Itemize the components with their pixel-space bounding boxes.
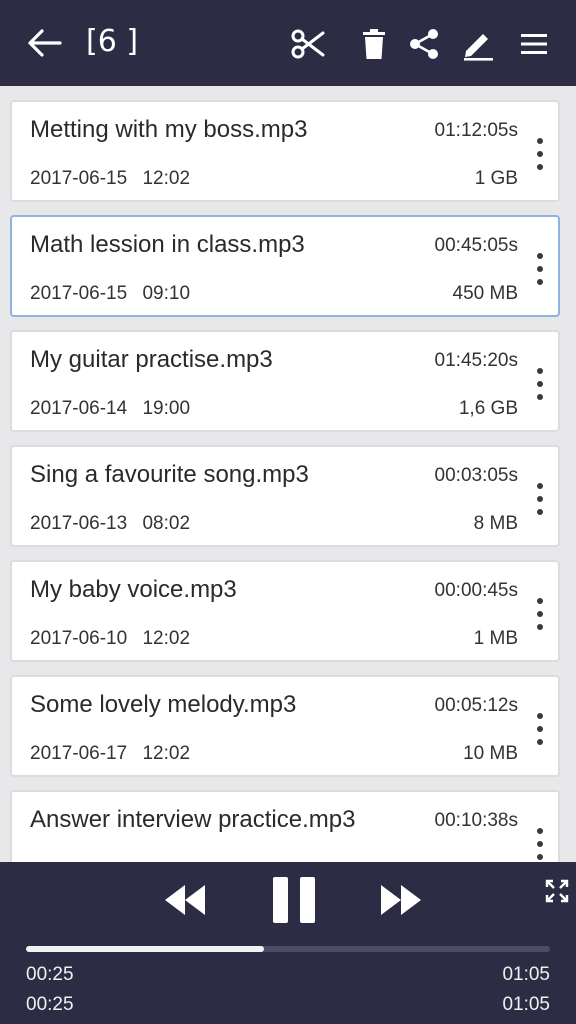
delete-button[interactable]: [354, 24, 394, 64]
rewind-icon: [165, 885, 205, 915]
player-bar: 00:25 01:05 00:25 01:05: [0, 862, 576, 1024]
recording-item[interactable]: My guitar practise.mp3 01:45:20s 2017-06…: [10, 330, 560, 432]
recording-duration: 00:45:05s: [434, 235, 518, 256]
recording-size: 1 GB: [474, 168, 518, 189]
pause-button[interactable]: [266, 872, 322, 928]
recording-date: 2017-06-17 12:02: [30, 743, 191, 764]
selection-count: [6 ]: [86, 24, 139, 59]
more-options-icon[interactable]: [530, 136, 550, 172]
top-bar: [6 ]: [0, 0, 576, 86]
recording-date: 2017-06-13 08:02: [30, 513, 191, 534]
share-button[interactable]: [404, 24, 444, 64]
recording-size: 1 MB: [473, 628, 518, 649]
back-button[interactable]: [24, 26, 64, 60]
recording-duration: 00:00:45s: [434, 580, 518, 601]
fast-forward-icon: [381, 885, 421, 915]
recording-size: 450 MB: [452, 283, 518, 304]
recording-name: Sing a favourite song.mp3: [30, 461, 309, 488]
recording-date: 2017-06-15 12:02: [30, 168, 191, 189]
more-options-icon[interactable]: [530, 596, 550, 632]
total-time-secondary: 01:05: [502, 994, 550, 1015]
fast-forward-button[interactable]: [376, 878, 426, 922]
recording-duration: 01:12:05s: [434, 120, 518, 141]
recording-duration: 01:45:20s: [434, 350, 518, 371]
recording-size: 8 MB: [473, 513, 518, 534]
recording-item[interactable]: Sing a favourite song.mp3 00:03:05s 2017…: [10, 445, 560, 547]
recording-name: Answer interview practice.mp3: [30, 806, 356, 833]
more-options-icon[interactable]: [530, 366, 550, 402]
cut-button[interactable]: [288, 24, 328, 64]
edit-button[interactable]: [458, 24, 498, 64]
share-icon: [410, 29, 438, 59]
recording-item-selected[interactable]: Math lession in class.mp3 00:45:05s 2017…: [10, 215, 560, 317]
recording-duration: 00:10:38s: [434, 810, 518, 831]
recording-item[interactable]: Answer interview practice.mp3 00:10:38s: [10, 790, 560, 862]
fullscreen-button[interactable]: [540, 874, 574, 908]
trash-icon: [363, 29, 385, 59]
more-options-icon[interactable]: [530, 711, 550, 747]
progress-fill: [26, 946, 265, 952]
recording-item[interactable]: Metting with my boss.mp3 01:12:05s 2017-…: [10, 100, 560, 202]
more-options-icon[interactable]: [530, 826, 550, 862]
rewind-button[interactable]: [160, 878, 210, 922]
recording-duration: 00:03:05s: [434, 465, 518, 486]
back-arrow-icon: [28, 29, 62, 57]
total-time: 01:05: [502, 964, 550, 985]
pause-icon: [273, 877, 315, 923]
recording-name: My guitar practise.mp3: [30, 346, 273, 373]
elapsed-time-secondary: 00:25: [26, 994, 74, 1015]
recording-duration: 00:05:12s: [434, 695, 518, 716]
playback-progress-bar[interactable]: [26, 946, 550, 952]
menu-button[interactable]: [514, 24, 554, 64]
recording-item[interactable]: My baby voice.mp3 00:00:45s 2017-06-10 1…: [10, 560, 560, 662]
more-options-icon[interactable]: [530, 251, 550, 287]
elapsed-time: 00:25: [26, 964, 74, 985]
pencil-icon: [464, 34, 493, 61]
recording-name: Metting with my boss.mp3: [30, 116, 308, 143]
more-options-icon[interactable]: [530, 481, 550, 517]
recording-date: 2017-06-15 09:10: [30, 283, 191, 304]
scissors-icon: [291, 29, 325, 59]
recording-name: My baby voice.mp3: [30, 576, 237, 603]
recording-name: Math lession in class.mp3: [30, 231, 305, 258]
recording-name: Some lovely melody.mp3: [30, 691, 297, 718]
recording-date: 2017-06-10 12:02: [30, 628, 191, 649]
recording-size: 10 MB: [463, 743, 518, 764]
recording-date: 2017-06-14 19:00: [30, 398, 191, 419]
menu-icon: [521, 34, 547, 54]
recording-item[interactable]: Some lovely melody.mp3 00:05:12s 2017-06…: [10, 675, 560, 777]
fullscreen-icon: [545, 879, 569, 903]
recording-list: Metting with my boss.mp3 01:12:05s 2017-…: [0, 86, 576, 862]
recording-size: 1,6 GB: [458, 398, 518, 419]
